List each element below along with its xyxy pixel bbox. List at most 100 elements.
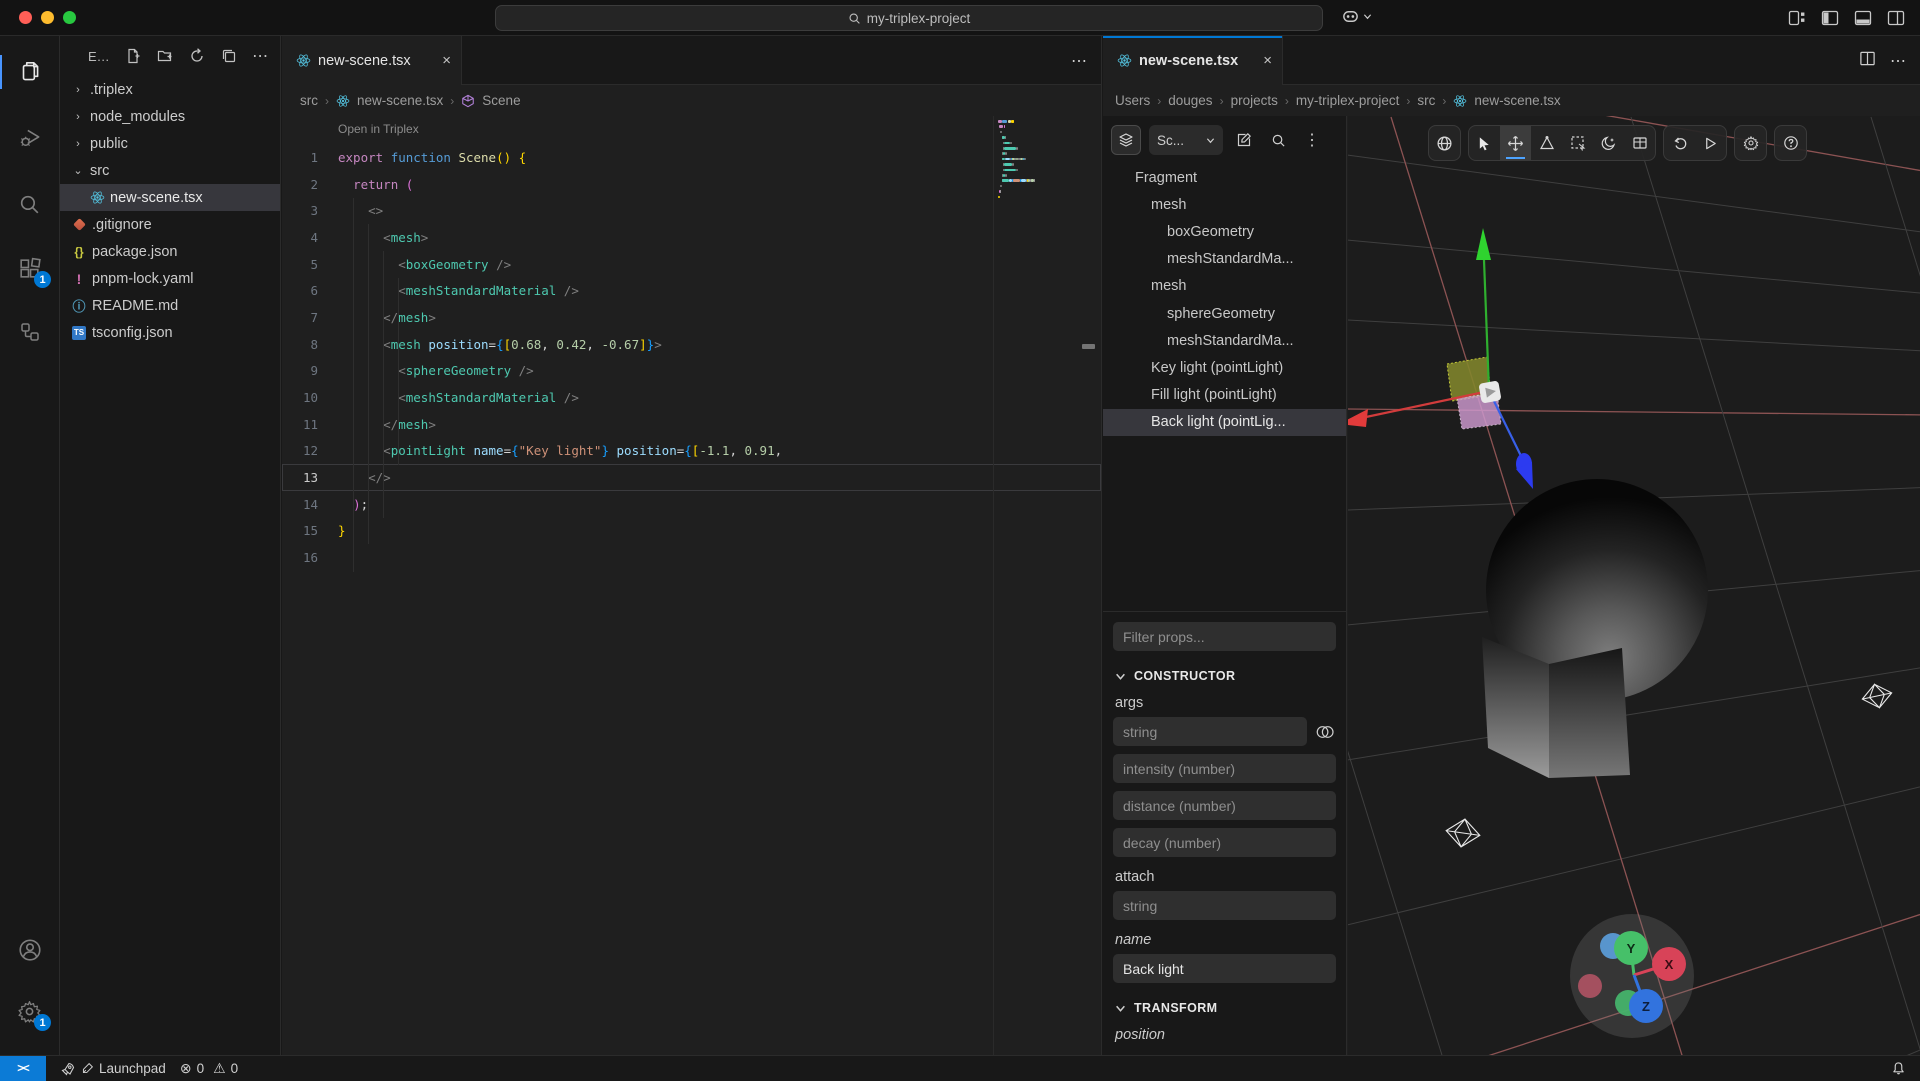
split-editor-button[interactable] [1859,50,1876,72]
scene-tree-item-fragment[interactable]: Fragment [1103,164,1346,191]
breadcrumb-segment[interactable]: new-scene.tsx [1474,93,1560,108]
file-item-tsconfig-json[interactable]: TStsconfig.json [60,319,280,346]
prop-input-back-light[interactable] [1113,954,1336,983]
scene-tree-item-mesh[interactable]: mesh [1103,273,1346,300]
code-line-15[interactable]: 15} [282,518,1101,545]
maximize-window-button[interactable] [63,11,76,24]
command-center-search[interactable]: my-triplex-project [495,5,1323,31]
sidebar-item-extensions[interactable]: 1 [0,246,59,290]
play-tool-button[interactable] [1695,126,1726,160]
scene-more-actions-button[interactable]: ⋮ [1299,127,1325,153]
settings-gear-button[interactable]: 1 [0,989,59,1033]
breadcrumb-src[interactable]: src [300,93,318,108]
file-item--gitignore[interactable]: .gitignore [60,211,280,238]
scene-search-button[interactable] [1265,127,1291,153]
light-helper-icon[interactable] [1444,817,1482,849]
axis-navigation-gizmo[interactable]: Y X Z [1570,914,1694,1038]
code-line-13[interactable]: 13 </> [282,464,1101,491]
breadcrumb-file[interactable]: new-scene.tsx [357,93,443,108]
sidebar-item-explorer[interactable] [0,50,59,94]
scene-tree-item-back-light-pointlig-[interactable]: Back light (pointLig... [1103,409,1346,436]
problems-status-item[interactable]: ⊗ 0 ⚠ 0 [180,1060,238,1077]
prop-input-decay-number-[interactable] [1113,828,1336,857]
toggle-secondary-sidebar-button[interactable] [1886,8,1906,28]
scale-tool-button[interactable] [1531,126,1562,160]
customize-layout-button[interactable] [1787,8,1807,28]
marquee-tool-button[interactable] [1562,126,1593,160]
box-mesh-right-face[interactable] [1549,648,1630,778]
scene-tree-item-fill-light-pointlight-[interactable]: Fill light (pointLight) [1103,382,1346,409]
switch-prop-type-icon[interactable] [1314,723,1336,741]
new-folder-button[interactable] [156,47,174,65]
code-line-1[interactable]: 1export function Scene() { [282,144,1101,171]
scene-tree-item-meshstandardma-[interactable]: meshStandardMa... [1103,327,1346,354]
help-tool-button[interactable] [1775,126,1806,160]
scene-select-dropdown[interactable]: Sc... [1149,125,1223,155]
sidebar-item-search[interactable] [0,182,59,226]
scene-viewport[interactable]: Y X Z [1348,116,1920,1055]
code-line-2[interactable]: 2 return ( [282,171,1101,198]
moon-tool-button[interactable] [1593,126,1624,160]
edit-scene-button[interactable] [1231,127,1257,153]
folder-item-public[interactable]: ›public [60,130,280,157]
cursor-tool-button[interactable] [1469,126,1500,160]
new-file-button[interactable] [124,47,142,65]
breadcrumb-segment[interactable]: projects [1231,93,1278,108]
breadcrumb[interactable]: src › new-scene.tsx › Scene [282,85,1101,116]
code-line-9[interactable]: 9 <sphereGeometry /> [282,358,1101,385]
scene-3d-canvas[interactable]: Y X Z [1348,116,1920,1055]
code-area[interactable]: Open in Triplex 1export function Scene()… [282,116,1101,1055]
sidebar-item-references[interactable] [0,310,59,354]
code-line-6[interactable]: 6 <meshStandardMaterial /> [282,277,1101,304]
accounts-button[interactable] [0,928,59,972]
scene-tree-item-meshstandardma-[interactable]: meshStandardMa... [1103,246,1346,273]
breadcrumb-segment[interactable]: douges [1168,93,1212,108]
folder-item--triplex[interactable]: ›.triplex [60,76,280,103]
axis-ball-negz[interactable] [1578,974,1602,998]
tab-new-scene[interactable]: new-scene.tsx × [282,36,462,85]
breadcrumb-segment[interactable]: Users [1115,93,1150,108]
section-header-constructor[interactable]: CONSTRUCTOR [1115,669,1336,683]
explorer-more-actions-button[interactable]: ⋯ [252,47,270,65]
point-light-sprite[interactable] [1478,380,1501,403]
grid-tool-button[interactable] [1624,126,1655,160]
undo-tool-button[interactable] [1664,126,1695,160]
code-line-12[interactable]: 12 <pointLight name={"Key light"} positi… [282,438,1101,465]
tab-close-icon[interactable]: × [442,52,451,69]
light-helper-icon[interactable] [1860,681,1894,711]
editor-more-actions-button[interactable]: ⋯ [1071,51,1087,71]
file-item-package-json[interactable]: {}package.json [60,238,280,265]
prop-input-distance-number-[interactable] [1113,791,1336,820]
breadcrumb-symbol[interactable]: Scene [482,93,520,108]
globe-tool-button[interactable] [1429,126,1460,160]
folder-item-node-modules[interactable]: ›node_modules [60,103,280,130]
code-line-3[interactable]: 3 <> [282,197,1101,224]
code-line-10[interactable]: 10 <meshStandardMaterial /> [282,384,1101,411]
tab-triplex-new-scene[interactable]: new-scene.tsx × [1103,36,1283,85]
scrollbar-marker[interactable] [1082,344,1095,349]
breadcrumb-segment[interactable]: my-triplex-project [1296,93,1400,108]
prop-input-intensity-number-[interactable] [1113,754,1336,783]
triplex-breadcrumb[interactable]: Users›douges›projects›my-triplex-project… [1103,85,1920,116]
remote-indicator[interactable]: >< [0,1056,46,1081]
scene-tree-item-boxgeometry[interactable]: boxGeometry [1103,218,1346,245]
move-tool-button[interactable] [1500,126,1531,160]
toggle-panel-button[interactable] [1853,8,1873,28]
scene-tree-item-mesh[interactable]: mesh [1103,191,1346,218]
settings-tool-button[interactable] [1735,126,1766,160]
minimize-window-button[interactable] [41,11,54,24]
gizmo-arrow-x[interactable] [1348,409,1368,427]
file-item-pnpm-lock-yaml[interactable]: !pnpm-lock.yaml [60,265,280,292]
code-line-16[interactable]: 16 [282,544,1101,571]
editor-more-actions-button[interactable]: ⋯ [1890,51,1906,71]
code-line-5[interactable]: 5 <boxGeometry /> [282,251,1101,278]
close-window-button[interactable] [19,11,32,24]
code-line-4[interactable]: 4 <mesh> [282,224,1101,251]
code-line-8[interactable]: 8 <mesh position={[0.68, 0.42, -0.67]}> [282,331,1101,358]
launchpad-status-item[interactable]: Launchpad [60,1061,166,1077]
translate-gizmo[interactable] [1348,228,1533,489]
prop-input-string[interactable] [1113,717,1307,746]
copilot-menu[interactable] [1341,7,1372,26]
file-item-readme-md[interactable]: ⓘREADME.md [60,292,280,319]
codelens-open-in-triplex[interactable]: Open in Triplex [338,122,419,136]
